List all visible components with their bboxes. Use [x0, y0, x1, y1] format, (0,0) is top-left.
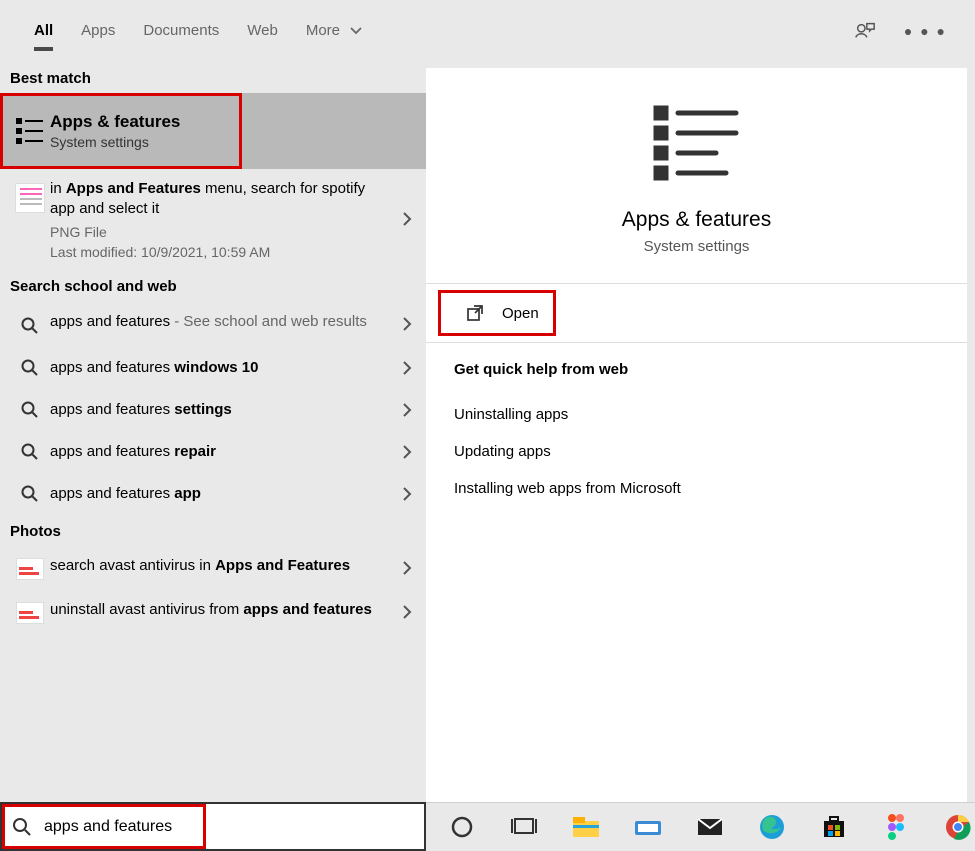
chevron-right-icon: [402, 211, 412, 227]
tab-more-label: More: [306, 22, 340, 39]
divider: [426, 283, 967, 284]
tab-documents[interactable]: Documents: [129, 4, 233, 59]
search-icon: [10, 401, 50, 419]
preview-title: Apps & features: [622, 208, 771, 232]
section-best-match: Best match: [0, 62, 426, 93]
apps-features-large-icon: [652, 104, 742, 184]
help-link[interactable]: Installing web apps from Microsoft: [454, 470, 939, 507]
help-link[interactable]: Updating apps: [454, 433, 939, 470]
tab-more[interactable]: More: [292, 4, 376, 59]
web-result[interactable]: apps and features - See school and web r…: [0, 301, 426, 347]
task-view-icon[interactable]: [508, 811, 540, 843]
preview-subtitle: System settings: [644, 238, 750, 255]
taskbar: [426, 802, 975, 851]
png-thumbnail-icon: [10, 179, 50, 213]
microsoft-store-icon[interactable]: [818, 811, 850, 843]
file-result-title: in Apps and Features menu, search for sp…: [50, 179, 388, 220]
search-box[interactable]: [0, 802, 426, 851]
chevron-right-icon: [402, 402, 412, 418]
cortana-icon[interactable]: [446, 811, 478, 843]
search-filter-tabs: All Apps Documents Web More ● ● ●: [0, 0, 975, 62]
tab-web[interactable]: Web: [233, 4, 292, 59]
tab-apps[interactable]: Apps: [67, 4, 129, 59]
preview-pane: Apps & features System settings Open Get…: [426, 68, 967, 802]
chevron-right-icon: [402, 444, 412, 460]
search-icon: [10, 313, 50, 335]
best-match-result[interactable]: Apps & features System settings: [0, 93, 426, 169]
web-result[interactable]: apps and features repair: [0, 431, 426, 473]
feedback-icon[interactable]: [854, 20, 876, 42]
section-search-web: Search school and web: [0, 270, 426, 301]
keyboard-app-icon[interactable]: [632, 811, 664, 843]
web-result-text: apps and features settings: [50, 401, 416, 418]
apps-features-icon: [10, 116, 50, 146]
web-result-text: apps and features - See school and web r…: [50, 313, 416, 330]
chevron-right-icon: [402, 560, 412, 576]
section-photos: Photos: [0, 515, 426, 546]
photo-result-title: uninstall avast antivirus from apps and …: [50, 600, 388, 620]
help-header: Get quick help from web: [454, 361, 939, 378]
figma-icon[interactable]: [880, 811, 912, 843]
web-result[interactable]: apps and features windows 10: [0, 347, 426, 389]
edge-browser-icon[interactable]: [756, 811, 788, 843]
chevron-down-icon: [350, 27, 362, 35]
search-icon: [10, 443, 50, 461]
best-match-title: Apps & features: [50, 112, 180, 132]
chrome-browser-icon[interactable]: [942, 811, 974, 843]
chevron-right-icon: [402, 604, 412, 620]
photo-result[interactable]: uninstall avast antivirus from apps and …: [0, 590, 426, 634]
file-result[interactable]: in Apps and Features menu, search for sp…: [0, 169, 426, 270]
file-result-type: PNG File: [50, 224, 388, 240]
open-button[interactable]: Open: [438, 290, 556, 336]
file-explorer-icon[interactable]: [570, 811, 602, 843]
web-result-text: apps and features windows 10: [50, 359, 416, 376]
open-icon: [466, 304, 484, 322]
chevron-right-icon: [402, 316, 412, 332]
open-label: Open: [502, 305, 539, 322]
photo-thumbnail-icon: [10, 600, 50, 624]
search-icon: [10, 359, 50, 377]
help-link[interactable]: Uninstalling apps: [454, 396, 939, 433]
search-icon: [12, 817, 32, 837]
search-icon: [10, 485, 50, 503]
web-result[interactable]: apps and features settings: [0, 389, 426, 431]
photo-result[interactable]: search avast antivirus in Apps and Featu…: [0, 546, 426, 590]
web-result-text: apps and features repair: [50, 443, 416, 460]
more-options-icon[interactable]: ● ● ●: [904, 23, 947, 39]
results-pane: Best match Apps & features System settin: [0, 62, 426, 802]
search-input[interactable]: [42, 817, 414, 837]
web-result-text: apps and features app: [50, 485, 416, 502]
file-result-modified: Last modified: 10/9/2021, 10:59 AM: [50, 244, 388, 260]
web-result[interactable]: apps and features app: [0, 473, 426, 515]
mail-icon[interactable]: [694, 811, 726, 843]
tab-all[interactable]: All: [20, 4, 67, 59]
best-match-subtitle: System settings: [50, 134, 180, 150]
photo-result-title: search avast antivirus in Apps and Featu…: [50, 556, 388, 576]
photo-thumbnail-icon: [10, 556, 50, 580]
chevron-right-icon: [402, 486, 412, 502]
chevron-right-icon: [402, 360, 412, 376]
